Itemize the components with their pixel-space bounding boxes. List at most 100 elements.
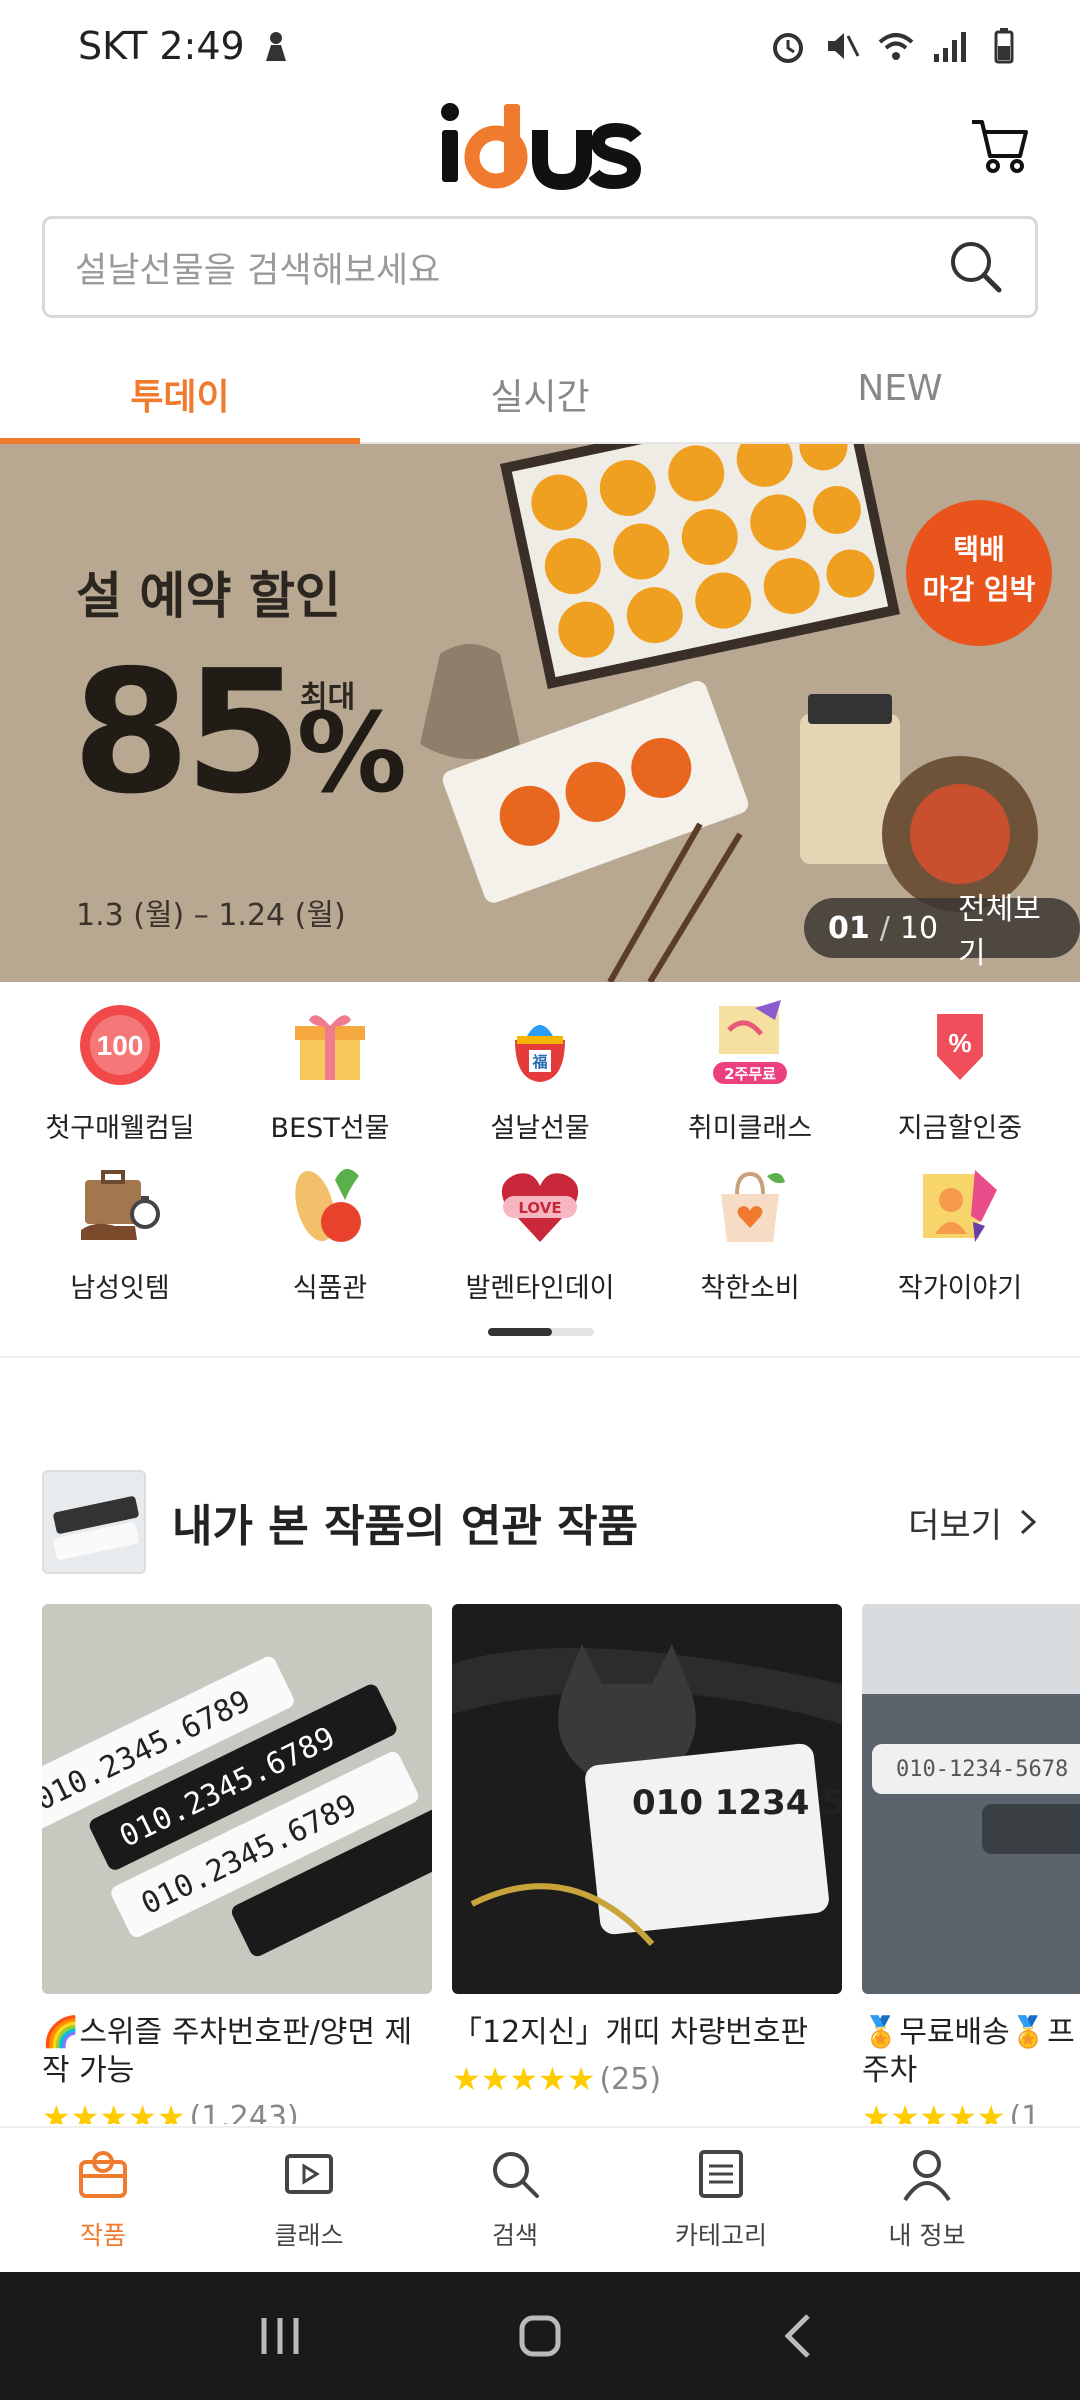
- related-section-header: 내가 본 작품의 연관 작품 더보기: [42, 1470, 1038, 1574]
- back-icon[interactable]: [772, 2308, 828, 2364]
- rating-count: (25): [599, 2061, 662, 2097]
- product-image[interactable]: 010.2345.6789 010.2345.6789 010.2345.678…: [42, 1604, 432, 1994]
- artwork-icon: [79, 2151, 127, 2198]
- battery-icon: [994, 28, 1014, 64]
- thumbnail-illustration: [44, 1472, 144, 1572]
- dash-plate-text: 010-1234-5678: [896, 1757, 1068, 1782]
- top-tabs: 투데이 실시간 NEW: [0, 336, 1080, 444]
- notification-icon: [265, 32, 286, 61]
- nav-label: 클래스: [274, 2221, 344, 2250]
- category-label: 취미클래스: [687, 1113, 813, 1144]
- recent-apps-icon[interactable]: [252, 2308, 308, 2364]
- pager-current: 01: [828, 910, 870, 946]
- category-label: 첫구매웰컴딜: [45, 1113, 195, 1144]
- product-card[interactable]: 010 1234 5678 「12지신」개띠 차량번호판 ★★★★★ (25): [452, 1604, 842, 2098]
- rating-count: (1,243): [189, 2099, 299, 2125]
- tab-new[interactable]: NEW: [720, 336, 1080, 442]
- nav-my-info[interactable]: 내 정보: [824, 2128, 1030, 2272]
- signal-icon: [934, 32, 966, 62]
- alarm-icon: [773, 33, 803, 63]
- category-food[interactable]: 식품관: [222, 1160, 438, 1305]
- svg-text:%: %: [948, 1028, 971, 1058]
- category-seollal-gift[interactable]: 福 설날선물: [432, 1000, 648, 1145]
- nav-class[interactable]: 클래스: [206, 2128, 412, 2272]
- product-image[interactable]: 010 1234 5678: [452, 1604, 842, 1994]
- bottom-navigation: 작품 클래스 검색 카테고리 내 정보: [0, 2126, 1080, 2272]
- section-divider: [0, 1356, 1080, 1358]
- carrier-time: SKT 2:49: [78, 24, 245, 68]
- nav-artwork[interactable]: 작품: [0, 2128, 206, 2272]
- more-button[interactable]: 더보기: [908, 1498, 1038, 1547]
- cart-icon[interactable]: [968, 112, 1032, 176]
- category-mens-items[interactable]: 남성잇템: [12, 1160, 228, 1305]
- class-play-icon: [285, 2154, 333, 2194]
- profile-icon: [903, 2150, 951, 2202]
- banner-percent-value: 85: [72, 634, 303, 832]
- plate-digits: 010 1234 5678: [632, 1783, 842, 1823]
- product-name[interactable]: 「12지신」개띠 차량번호판: [452, 2014, 842, 2052]
- nav-label: 카테고리: [674, 2221, 767, 2250]
- svg-text:100: 100: [97, 1030, 144, 1061]
- nav-category[interactable]: 카테고리: [618, 2128, 824, 2272]
- category-best-gift[interactable]: BEST선물: [222, 1000, 438, 1145]
- home-icon[interactable]: [512, 2308, 568, 2364]
- search-icon[interactable]: [947, 238, 1005, 296]
- banner-pager[interactable]: 01 / 10 전체보기: [804, 892, 1080, 971]
- related-section-title: 내가 본 작품의 연관 작품: [172, 1501, 639, 1552]
- banner-max-label: 최대: [300, 680, 356, 715]
- tab-realtime[interactable]: 실시간: [360, 336, 720, 442]
- wifi-icon: [878, 33, 914, 60]
- category-valentine[interactable]: LOVE 발렌타인데이: [432, 1160, 648, 1305]
- 100-badge-icon: 100: [80, 1005, 160, 1085]
- status-left: SKT 2:49: [78, 24, 291, 68]
- banner-percent: 85%: [72, 634, 407, 832]
- app-header: [0, 92, 1080, 212]
- product-image[interactable]: 010-1234-5678: [862, 1604, 1080, 1994]
- love-heart-icon: LOVE: [501, 1173, 579, 1242]
- product-card[interactable]: 010.2345.6789 010.2345.6789 010.2345.678…: [42, 1604, 432, 2124]
- badge-line1: 택배: [953, 533, 1005, 566]
- nav-label: 작품: [79, 2221, 126, 2250]
- promo-banner[interactable]: 설 예약 할인 85% 최대 1.3 (월) – 1.24 (월) 택배 마감 …: [0, 444, 1080, 982]
- category-good-consumption[interactable]: 착한소비: [642, 1160, 858, 1305]
- idus-logo[interactable]: [438, 100, 648, 190]
- search-placeholder[interactable]: 설날선물을 검색해보세요: [75, 242, 947, 293]
- product-card[interactable]: 010-1234-5678 🏅무료배송🏅프 하이딩 로고 주차 ★★★★★ (1: [862, 1604, 1080, 2124]
- mens-items-icon: [81, 1170, 160, 1240]
- delivery-deadline-badge: 택배 마감 임박: [906, 500, 1052, 646]
- banner-title: 설 예약 할인: [76, 567, 341, 625]
- pager-view-all[interactable]: 전체보기: [958, 884, 1056, 972]
- parking-plate-image: 010.2345.6789 010.2345.6789 010.2345.678…: [42, 1604, 432, 1994]
- pager-total: 10: [899, 910, 939, 946]
- category-label: 발렌타인데이: [465, 1273, 615, 1304]
- product-name[interactable]: 🏅무료배송🏅프 하이딩 로고 주차: [862, 2014, 1080, 2090]
- love-tag-text: LOVE: [518, 1199, 561, 1217]
- category-artist-story[interactable]: 작가이야기: [852, 1160, 1068, 1305]
- viewed-item-thumbnail[interactable]: [42, 1470, 146, 1574]
- related-cards: 010.2345.6789 010.2345.6789 010.2345.678…: [0, 1604, 1080, 2124]
- category-grid: 100 첫구매웰컴딜 BEST선물 福 설날선물 2주무료 취미클래스 % 지금…: [0, 1000, 1080, 1304]
- product-name[interactable]: 🌈스위즐 주차번호판/양면 제작 가능: [42, 2014, 432, 2090]
- star-icon: ★★★★★: [862, 2098, 1006, 2124]
- food-icon: [295, 1168, 361, 1242]
- tab-today[interactable]: 투데이: [0, 336, 360, 444]
- nav-search[interactable]: 검색: [412, 2128, 618, 2272]
- category-hobby-class[interactable]: 2주무료 취미클래스: [642, 1000, 858, 1145]
- product-rating: ★★★★★ (25): [452, 2060, 842, 2098]
- system-navigation: [0, 2272, 1080, 2400]
- lucky-bag-icon: 福: [515, 1025, 565, 1082]
- category-first-purchase[interactable]: 100 첫구매웰컴딜: [12, 1000, 228, 1145]
- eco-bag-icon: [721, 1171, 785, 1242]
- indicator-active: [488, 1328, 552, 1336]
- star-icon: ★★★★★: [452, 2060, 596, 2098]
- artist-story-icon: [923, 1170, 997, 1242]
- chevron-right-icon: [1020, 1509, 1037, 1535]
- category-label: 착한소비: [700, 1273, 800, 1304]
- gift-icon: [295, 1015, 365, 1080]
- nav-label: 검색: [491, 2221, 538, 2250]
- badge-line2: 마감 임박: [922, 573, 1036, 606]
- search-bar[interactable]: 설날선물을 검색해보세요: [42, 216, 1038, 318]
- status-bar: SKT 2:49: [0, 0, 1080, 92]
- category-discount[interactable]: % 지금할인중: [852, 1000, 1068, 1145]
- category-label: 작가이야기: [897, 1273, 1023, 1304]
